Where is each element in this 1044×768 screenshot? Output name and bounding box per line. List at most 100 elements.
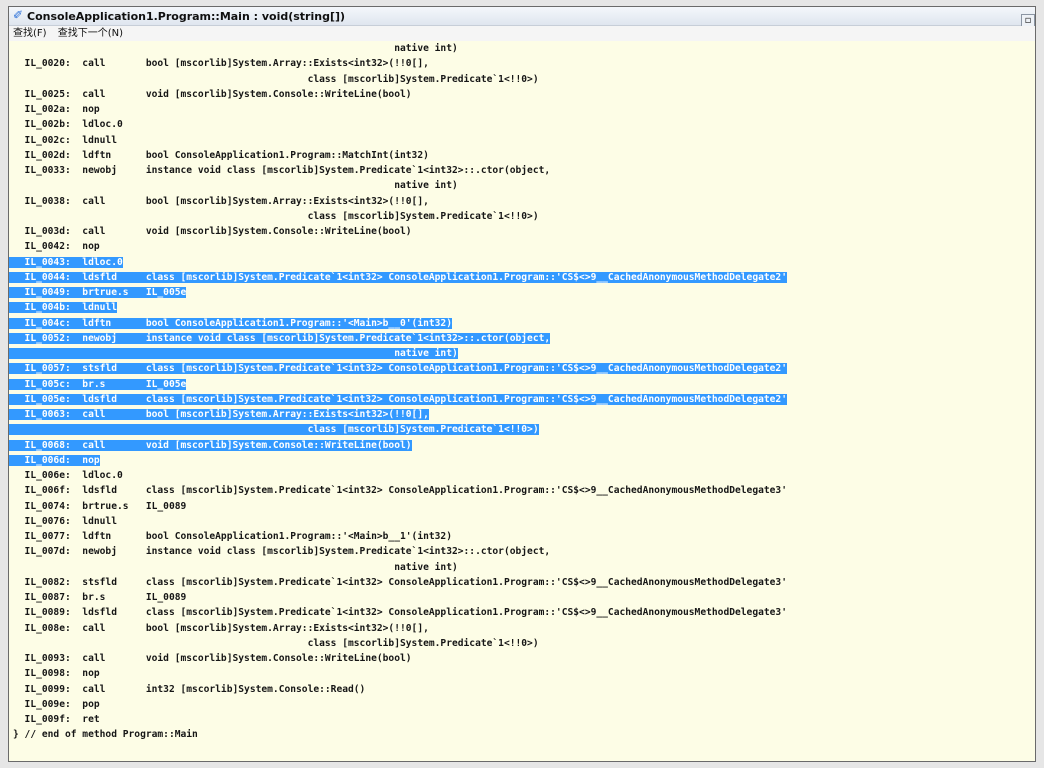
code-line-text: IL_002d: ldftn bool ConsoleApplication1.…: [13, 149, 429, 161]
code-line[interactable]: IL_009f: ret: [9, 712, 1035, 727]
code-line-text: IL_006f: ldsfld class [mscorlib]System.P…: [13, 485, 787, 497]
code-line-text: IL_0043: ldloc.0: [9, 256, 123, 268]
code-line[interactable]: IL_0043: ldloc.0: [9, 255, 1035, 270]
code-line-text: IL_0020: call bool [mscorlib]System.Arra…: [13, 58, 429, 70]
code-line-text: IL_002b: ldloc.0: [13, 119, 123, 131]
code-line[interactable]: IL_0042: nop: [9, 239, 1035, 254]
code-line-text: IL_0038: call bool [mscorlib]System.Arra…: [13, 195, 429, 207]
il-code-view[interactable]: native int) IL_0020: call bool [mscorlib…: [9, 41, 1035, 761]
code-line[interactable]: IL_005e: ldsfld class [mscorlib]System.P…: [9, 392, 1035, 407]
code-line[interactable]: IL_005c: br.s IL_005e: [9, 377, 1035, 392]
code-line-text: IL_0033: newobj instance void class [msc…: [13, 165, 551, 176]
code-line-text: IL_0076: ldnull: [13, 515, 117, 527]
code-line[interactable]: IL_0077: ldftn bool ConsoleApplication1.…: [9, 529, 1035, 544]
code-line[interactable]: IL_0038: call bool [mscorlib]System.Arra…: [9, 194, 1035, 209]
code-line-text: IL_0098: nop: [13, 668, 100, 680]
menu-bar: 查找(F) 查找下一个(N): [9, 26, 1035, 41]
code-line-text: IL_0057: stsfld class [mscorlib]System.P…: [9, 363, 787, 375]
code-line-text: IL_005e: ldsfld class [mscorlib]System.P…: [9, 393, 787, 405]
code-line-text: IL_004b: ldnull: [9, 302, 117, 314]
menu-find-next[interactable]: 查找下一个(N): [54, 26, 127, 40]
code-line[interactable]: IL_0044: ldsfld class [mscorlib]System.P…: [9, 270, 1035, 285]
code-line-text: IL_0093: call void [mscorlib]System.Cons…: [13, 653, 412, 664]
code-line-text: IL_0068: call void [mscorlib]System.Cons…: [9, 439, 412, 451]
code-line[interactable]: IL_008e: call bool [mscorlib]System.Arra…: [9, 621, 1035, 636]
code-line[interactable]: class [mscorlib]System.Predicate`1<!!0>): [9, 422, 1035, 437]
code-line[interactable]: IL_006e: ldloc.0: [9, 468, 1035, 483]
code-line-text: IL_002a: nop: [13, 104, 100, 115]
code-line[interactable]: IL_004c: ldftn bool ConsoleApplication1.…: [9, 316, 1035, 331]
code-line-text: IL_003d: call void [mscorlib]System.Cons…: [13, 226, 412, 237]
code-line[interactable]: IL_006d: nop: [9, 453, 1035, 468]
code-line[interactable]: IL_002a: nop: [9, 102, 1035, 117]
code-line[interactable]: IL_006f: ldsfld class [mscorlib]System.P…: [9, 483, 1035, 498]
code-line[interactable]: IL_002c: ldnull: [9, 133, 1035, 148]
code-line-text: IL_0087: br.s IL_0089: [13, 592, 187, 603]
code-line-text: IL_0074: brtrue.s IL_0089: [13, 500, 187, 512]
code-line-text: IL_0052: newobj instance void class [msc…: [9, 332, 551, 344]
code-line[interactable]: IL_0098: nop: [9, 666, 1035, 681]
code-line[interactable]: IL_0068: call void [mscorlib]System.Cons…: [9, 438, 1035, 453]
code-line[interactable]: IL_0076: ldnull: [9, 514, 1035, 529]
code-line[interactable]: IL_002b: ldloc.0: [9, 117, 1035, 132]
code-line-text: IL_008e: call bool [mscorlib]System.Arra…: [13, 622, 429, 634]
code-line-text: IL_0089: ldsfld class [mscorlib]System.P…: [13, 607, 787, 619]
code-line[interactable]: IL_0099: call int32 [mscorlib]System.Con…: [9, 682, 1035, 697]
code-line[interactable]: native int): [9, 346, 1035, 361]
window-title: ConsoleApplication1.Program::Main : void…: [27, 10, 346, 23]
code-line[interactable]: IL_0089: ldsfld class [mscorlib]System.P…: [9, 605, 1035, 620]
menu-find[interactable]: 查找(F): [9, 26, 51, 40]
code-line[interactable]: class [mscorlib]System.Predicate`1<!!0>): [9, 636, 1035, 651]
code-line-text: IL_006d: nop: [9, 454, 100, 466]
code-line[interactable]: IL_0052: newobj instance void class [msc…: [9, 331, 1035, 346]
code-line-text: IL_006e: ldloc.0: [13, 470, 123, 481]
code-line-text: native int): [13, 561, 458, 573]
code-line[interactable]: native int): [9, 178, 1035, 193]
code-line[interactable]: IL_0057: stsfld class [mscorlib]System.P…: [9, 361, 1035, 376]
window-controls: ▫: [1020, 8, 1035, 27]
code-line[interactable]: } // end of method Program::Main: [9, 727, 1035, 742]
code-line[interactable]: IL_007d: newobj instance void class [msc…: [9, 544, 1035, 559]
code-line-text: class [mscorlib]System.Predicate`1<!!0>): [9, 424, 539, 436]
code-line[interactable]: IL_0020: call bool [mscorlib]System.Arra…: [9, 56, 1035, 71]
code-line[interactable]: native int): [9, 41, 1035, 56]
code-line-text: IL_0044: ldsfld class [mscorlib]System.P…: [9, 271, 787, 283]
code-line-text: IL_004c: ldftn bool ConsoleApplication1.…: [9, 317, 452, 329]
code-line[interactable]: class [mscorlib]System.Predicate`1<!!0>): [9, 72, 1035, 87]
code-line-text: IL_0077: ldftn bool ConsoleApplication1.…: [13, 531, 452, 542]
code-line-text: IL_0063: call bool [mscorlib]System.Arra…: [9, 409, 429, 420]
code-line-text: IL_007d: newobj instance void class [msc…: [13, 546, 551, 558]
pen-icon: ✐: [13, 8, 24, 22]
code-line-text: IL_0025: call void [mscorlib]System.Cons…: [13, 88, 412, 100]
code-line-text: native int): [13, 43, 458, 54]
code-line-text: IL_005c: br.s IL_005e: [9, 378, 187, 390]
code-line[interactable]: native int): [9, 560, 1035, 575]
code-line[interactable]: IL_0049: brtrue.s IL_005e: [9, 285, 1035, 300]
code-line[interactable]: IL_0074: brtrue.s IL_0089: [9, 499, 1035, 514]
code-line-text: native int): [9, 348, 458, 359]
code-line-text: class [mscorlib]System.Predicate`1<!!0>): [13, 210, 539, 222]
code-line-text: native int): [13, 180, 458, 192]
code-line[interactable]: IL_0033: newobj instance void class [msc…: [9, 163, 1035, 178]
code-line-text: IL_0099: call int32 [mscorlib]System.Con…: [13, 683, 366, 695]
code-line[interactable]: IL_002d: ldftn bool ConsoleApplication1.…: [9, 148, 1035, 163]
ildasm-window: ✐ ConsoleApplication1.Program::Main : vo…: [8, 6, 1036, 762]
code-line-text: IL_009e: pop: [13, 698, 100, 710]
code-line-text: IL_0049: brtrue.s IL_005e: [9, 287, 187, 298]
code-line[interactable]: IL_004b: ldnull: [9, 300, 1035, 315]
code-line-text: IL_0082: stsfld class [mscorlib]System.P…: [13, 576, 787, 588]
code-line-text: IL_009f: ret: [13, 714, 100, 725]
code-line-text: } // end of method Program::Main: [13, 729, 198, 741]
code-line[interactable]: IL_0093: call void [mscorlib]System.Cons…: [9, 651, 1035, 666]
code-line[interactable]: IL_0025: call void [mscorlib]System.Cons…: [9, 87, 1035, 102]
code-line[interactable]: IL_003d: call void [mscorlib]System.Cons…: [9, 224, 1035, 239]
title-bar[interactable]: ✐ ConsoleApplication1.Program::Main : vo…: [9, 7, 1035, 27]
code-line-text: class [mscorlib]System.Predicate`1<!!0>): [13, 73, 539, 85]
code-line[interactable]: class [mscorlib]System.Predicate`1<!!0>): [9, 209, 1035, 224]
code-line[interactable]: IL_0082: stsfld class [mscorlib]System.P…: [9, 575, 1035, 590]
code-line-text: class [mscorlib]System.Predicate`1<!!0>): [13, 637, 539, 649]
code-line-text: IL_0042: nop: [13, 241, 100, 253]
code-line[interactable]: IL_0087: br.s IL_0089: [9, 590, 1035, 605]
code-line[interactable]: IL_0063: call bool [mscorlib]System.Arra…: [9, 407, 1035, 422]
code-line[interactable]: IL_009e: pop: [9, 697, 1035, 712]
